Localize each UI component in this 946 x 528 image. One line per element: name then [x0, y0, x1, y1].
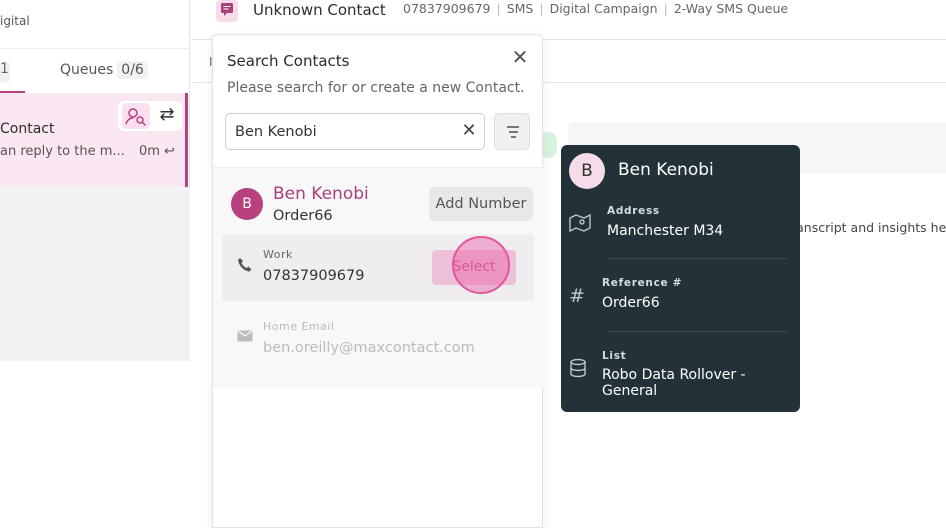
home-email-value: ben.oreilly@maxcontact.com [263, 340, 475, 356]
hash-icon: # [569, 285, 585, 307]
database-icon [569, 358, 587, 383]
panel-subtitle: Please search for or create a new Contac… [227, 80, 525, 96]
tab-active[interactable]: 1 [0, 61, 10, 83]
list-value: Robo Data Rollover - General [602, 367, 746, 399]
address-label: Address [607, 205, 660, 217]
reference-value: Order66 [602, 295, 660, 311]
search-input[interactable] [235, 121, 450, 143]
conversation-actions: ⇄ [118, 101, 182, 131]
header-campaign: Digital Campaign [549, 1, 658, 16]
sidebar-tabs: 1 Queues 0/6 [0, 48, 190, 93]
panel-title: Search Contacts [227, 52, 350, 70]
search-contact-icon[interactable] [122, 103, 150, 129]
mail-icon [237, 330, 253, 346]
work-number: 07837909679 [263, 268, 365, 284]
reply-icon: ↩ [164, 144, 175, 159]
home-email-label: Home Email [263, 320, 335, 333]
popover-avatar: B [569, 153, 605, 189]
sms-icon [216, 0, 238, 22]
filter-icon[interactable] [494, 113, 530, 150]
tab-queues-label: Queues [60, 62, 114, 78]
map-icon [569, 213, 591, 238]
search-contacts-panel: Search Contacts Please search for or cre… [212, 34, 544, 528]
click-indicator [452, 236, 510, 294]
header-channel: SMS [506, 1, 534, 16]
reference-label: Reference # [602, 277, 683, 289]
popover-divider [607, 258, 787, 259]
add-number-button[interactable]: Add Number [429, 187, 533, 221]
contact-title: Unknown Contact [253, 1, 386, 19]
conversation-time: 0m [139, 144, 160, 159]
address-value: Manchester M34 [607, 223, 724, 239]
sidebar-lower [0, 361, 190, 528]
popover-name: Ben Kenobi [618, 160, 714, 180]
queues-count-badge: 0/6 [117, 61, 148, 79]
result-reference: Order66 [273, 208, 333, 224]
conversation-name: Contact [0, 121, 55, 137]
header-phone: 07837909679 [403, 1, 491, 16]
work-number-row: Work 07837909679 Select [222, 234, 534, 301]
list-label: List [602, 350, 627, 362]
result-name[interactable]: Ben Kenobi [273, 184, 369, 204]
search-field: ✕ [225, 113, 485, 150]
clear-search-icon[interactable]: ✕ [458, 120, 480, 142]
tab-queues[interactable]: Queues 0/6 [60, 61, 148, 79]
header-meta: 07837909679 | SMS | Digital Campaign | 2-Way S… [403, 1, 789, 16]
phone-icon [236, 256, 256, 276]
header-queue: 2-Way SMS Queue [673, 1, 789, 16]
contact-popover: B Ben Kenobi Address Manchester M34 # Re… [561, 145, 800, 412]
transcript-text: ranscript and insights he [791, 220, 946, 235]
close-icon[interactable]: ✕ [509, 47, 531, 69]
conversation-preview: an reply to the m... [0, 144, 125, 159]
avatar: B [231, 188, 263, 220]
brand-text: igital [0, 14, 30, 28]
sidebar-empty-area [0, 187, 190, 361]
work-label: Work [263, 248, 293, 261]
conversation-sidebar: igital 1 Queues 0/6 Contact an reply to t… [0, 0, 190, 528]
popover-divider [607, 331, 787, 332]
transfer-icon[interactable]: ⇄ [154, 103, 180, 129]
search-result: B Ben Kenobi Order66 Add Number Work 078… [213, 168, 544, 388]
conversation-item[interactable]: Contact an reply to the m... 0m ↩ ⇄ [0, 93, 188, 187]
